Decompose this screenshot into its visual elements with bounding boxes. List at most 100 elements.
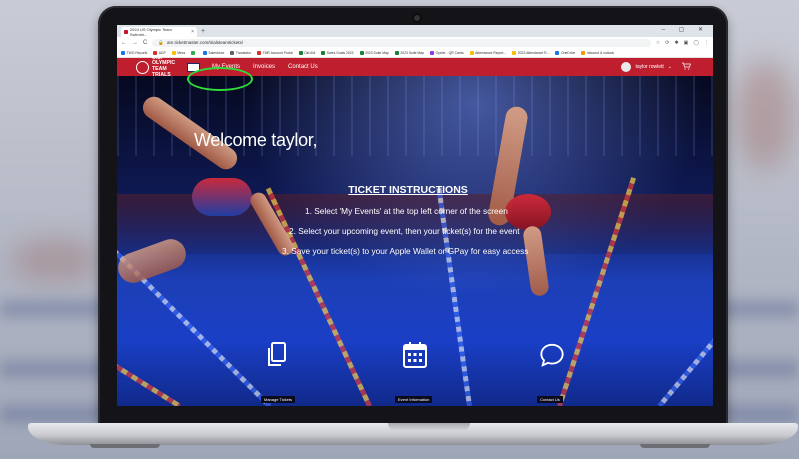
lock-icon: 🔒 — [158, 39, 164, 45]
bookmark-label: TWO Reports — [126, 50, 148, 55]
menu-icon[interactable]: ⋮ — [704, 40, 709, 46]
bookmark-item[interactable]: 2023 Suite Map — [359, 50, 389, 55]
bookmark-favicon-icon — [581, 50, 586, 55]
bookmark-item[interactable]: Oyster - QR Cards — [430, 50, 464, 55]
browser-toolbar: ← → C 🔒 am.ticketmaster.com/trialsteamti… — [117, 37, 713, 48]
bookmark-favicon-icon — [298, 50, 303, 55]
bookmark-item[interactable]: 2023 Suite Map — [394, 50, 425, 55]
bookmark-favicon-icon — [359, 50, 364, 55]
sidebar-icon[interactable]: ▣ — [684, 40, 689, 46]
bookmark-label: Mess — [177, 50, 186, 55]
instruction-step-3: 3. Save your ticket(s) to your Apple Wal… — [282, 246, 529, 256]
bookmark-item[interactable]: Old AM — [298, 50, 316, 55]
bookmark-label: Salesforce — [208, 50, 225, 55]
user-name: taylor rowlett — [635, 64, 664, 70]
logo-line-1: U.S. OLYMPIC — [152, 54, 176, 67]
bookmark-item[interactable]: Attendance Report... — [469, 50, 506, 55]
bookmark-item[interactable]: Salesforce — [202, 50, 225, 55]
address-bar[interactable]: 🔒 am.ticketmaster.com/trialsteamtickets/ — [152, 38, 651, 47]
bookmarks-bar: TWO Reports ADP Mess Salesforce Translator TM… — [117, 48, 713, 58]
bookmark-item[interactable]: OneDrive — [555, 50, 576, 55]
laptop-foot — [640, 444, 710, 448]
logo-text: U.S. OLYMPIC TEAM TRIALS — [152, 54, 184, 78]
tab-close-icon[interactable]: × — [191, 29, 194, 35]
bookmark-item[interactable]: Inbound & outlook — [581, 50, 615, 55]
bookmark-label: Translator — [235, 50, 251, 55]
bookmark-favicon-icon — [555, 50, 560, 55]
profile-icon[interactable]: ◯ — [693, 40, 699, 46]
chevron-down-icon: ⌄ — [667, 64, 672, 70]
event-information-label[interactable]: Event Information — [395, 396, 433, 403]
bookmark-favicon-icon — [394, 50, 399, 55]
instructions-title: TICKET INSTRUCTIONS — [117, 184, 713, 196]
bookmark-item[interactable]: TMR Account Portal — [257, 50, 293, 55]
laptop-base — [28, 423, 798, 445]
hero-banner: Welcome taylor, TICKET INSTRUCTIONS 1. S… — [117, 76, 713, 406]
user-menu[interactable]: taylor rowlett ⌄ — [621, 62, 672, 72]
background-swimmer-blur — [10, 240, 100, 280]
contact-us-label[interactable]: Contact Us — [537, 396, 563, 403]
contact-us-button[interactable] — [539, 341, 565, 369]
bookmark-favicon-icon — [191, 50, 196, 55]
bookmark-favicon-icon — [257, 50, 261, 55]
window-controls[interactable]: – ▢ ✕ — [662, 26, 709, 33]
address-text: am.ticketmaster.com/trialsteamtickets/ — [166, 39, 243, 45]
nav-contact-us[interactable]: Contact Us — [288, 64, 318, 70]
bookmark-favicon-icon — [430, 50, 435, 55]
bookmark-favicon-icon — [321, 50, 326, 55]
extensions-icon[interactable]: ✱ — [674, 40, 678, 46]
bookmark-star-icon[interactable]: ☆ — [656, 40, 660, 46]
bookmark-favicon-icon — [202, 50, 207, 55]
tab-favicon-icon — [124, 30, 128, 34]
forward-icon[interactable]: → — [132, 40, 138, 46]
manage-tickets-label[interactable]: Manage Tickets — [261, 396, 296, 403]
bookmark-item[interactable]: Mess — [171, 50, 186, 55]
laptop-notch — [388, 423, 470, 431]
bookmark-label: 2023 Suite Map — [365, 50, 389, 55]
browser-tab[interactable]: 2024 US Olympic Team Swimmi... × — [121, 27, 197, 37]
documents-icon — [268, 342, 286, 366]
bookmark-item[interactable] — [191, 50, 197, 55]
bookmark-favicon-icon — [230, 50, 235, 55]
annotation-highlight-circle — [187, 67, 253, 91]
nav-invoices[interactable]: Invoices — [253, 64, 275, 70]
bookmark-item[interactable]: 2023 Attendance R... — [512, 50, 550, 55]
reload-icon[interactable]: C — [143, 40, 147, 46]
bookmark-favicon-icon — [512, 50, 517, 55]
event-information-button[interactable] — [402, 341, 428, 369]
bookmark-favicon-icon — [469, 50, 474, 55]
bookmark-item[interactable]: TWO Reports — [121, 50, 148, 55]
bookmark-label: 2023 Attendance R... — [517, 50, 550, 55]
bookmark-item[interactable]: Sales Goals 2023 — [321, 50, 354, 55]
bookmark-label: TMR Account Portal — [262, 50, 293, 55]
chat-bubble-icon — [540, 343, 564, 367]
browser-tab-bar: 2024 US Olympic Team Swimmi... × + – ▢ ✕ — [117, 25, 713, 37]
swimmer-suit — [505, 194, 551, 230]
instructions-title-text: TICKET INSTRUCTIONS — [348, 184, 468, 196]
manage-tickets-button[interactable] — [264, 341, 290, 369]
toolbar-icons: ☆ ⟳ ✱ ▣ ◯ ⋮ — [656, 40, 709, 46]
bookmark-favicon-icon — [171, 50, 176, 55]
bookmark-label: OneDrive — [560, 50, 576, 55]
bookmark-label: Oyster - QR Cards — [435, 50, 464, 55]
bookmark-item[interactable]: Translator — [230, 50, 251, 55]
calendar-icon — [403, 342, 427, 368]
sync-icon[interactable]: ⟳ — [665, 40, 669, 46]
avatar — [621, 62, 632, 72]
laptop-screen: 2024 US Olympic Team Swimmi... × + – ▢ ✕… — [117, 25, 713, 406]
olympic-rings-icon — [136, 60, 149, 74]
bookmark-favicon-icon — [121, 50, 125, 55]
bookmark-label: 2023 Suite Map — [400, 50, 425, 55]
instruction-step-1: 1. Select 'My Events' at the top left co… — [305, 206, 508, 216]
bookmark-label: Inbound & outlook — [586, 50, 615, 55]
back-icon[interactable]: ← — [121, 40, 127, 46]
bookmark-label: Sales Goals 2023 — [326, 50, 354, 55]
laptop-foot — [90, 444, 160, 448]
new-tab-button[interactable]: + — [201, 27, 205, 37]
instruction-step-2: 2. Select your upcoming event, then your… — [289, 226, 520, 236]
bookmark-label: Old AM — [304, 50, 316, 55]
background-swimmer-blur — [735, 60, 795, 170]
webcam — [414, 15, 420, 21]
cart-icon[interactable] — [682, 62, 691, 72]
welcome-heading: Welcome taylor, — [194, 130, 318, 150]
